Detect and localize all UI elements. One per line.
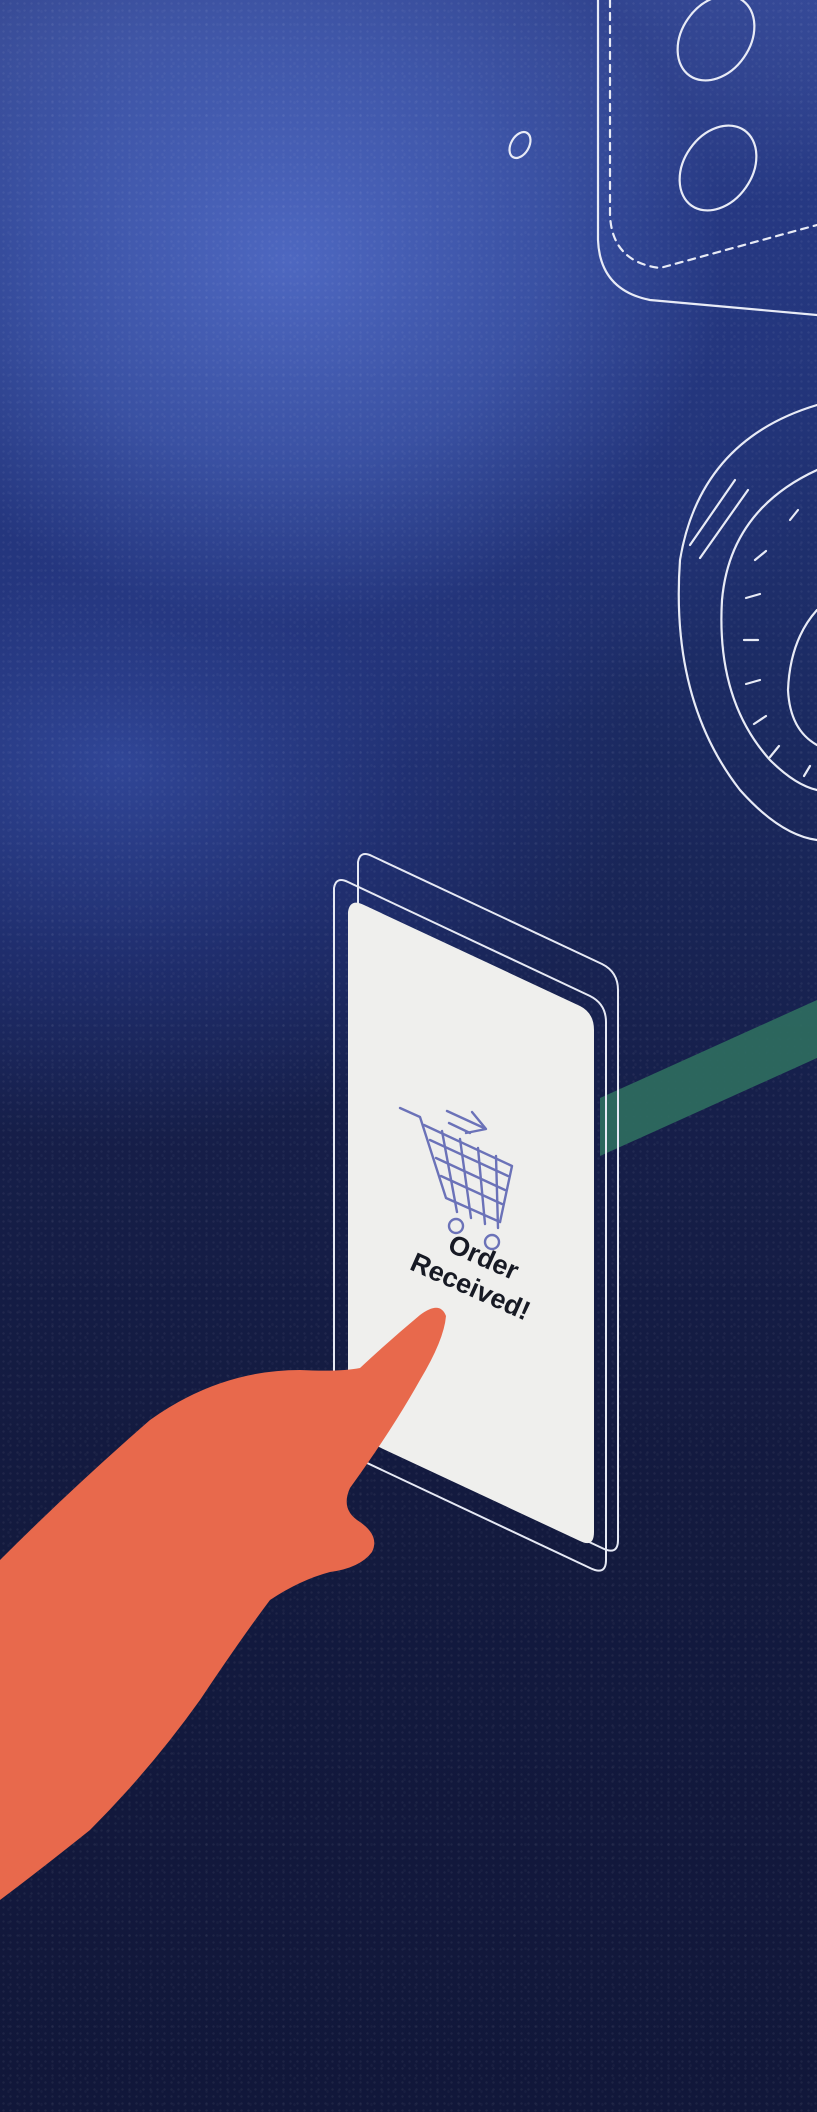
pointing-hand (0, 1307, 446, 1900)
hand-shape (0, 1307, 446, 1900)
illustration-scene: Order Received! (0, 0, 817, 2112)
